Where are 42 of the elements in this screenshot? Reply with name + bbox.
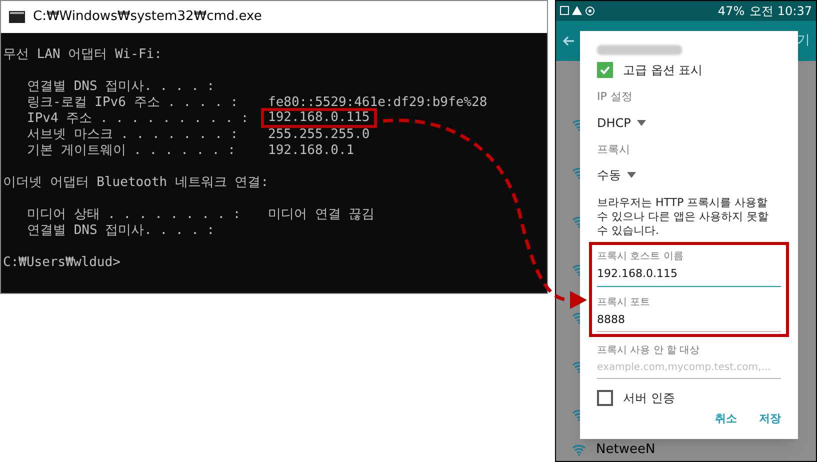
adapter-heading: 이더넷 어댑터 Bluetooth 네트워크 연결: xyxy=(3,175,269,190)
clock: 오전 10:37 xyxy=(750,3,812,20)
entry-label: 미디어 상태 . . . . . . . . : xyxy=(27,207,242,223)
entry-label: 연결별 DNS 접미사. . . . : xyxy=(27,79,216,95)
checkbox-label: 서버 인증 xyxy=(623,390,675,407)
entry-label: 연결별 DNS 접미사. . . . : xyxy=(27,223,216,239)
checkmark-icon xyxy=(599,64,611,76)
dialog-button[interactable]: 저장 xyxy=(759,411,781,428)
field-label: 프록시 호스트 이름 xyxy=(597,250,684,264)
entry-label: 기본 게이트웨이 . . . . . . : xyxy=(27,143,236,159)
back-arrow-icon[interactable] xyxy=(562,36,574,46)
command-prompt: C:₩Users₩wldud> xyxy=(3,255,120,270)
ip-settings-dropdown[interactable]: DHCP xyxy=(597,114,646,132)
wifi-icon xyxy=(572,444,586,456)
app-bar-action[interactable]: 기 xyxy=(797,31,810,51)
entry-label: 서브넷 마스크 . . . . . . . : xyxy=(27,127,240,143)
checkbox[interactable] xyxy=(597,390,613,406)
entry-value: 192.168.0.115 xyxy=(261,108,377,128)
window-title: C:₩Windows₩system32₩cmd.exe xyxy=(33,8,262,26)
entry-value: 255.255.255.0 xyxy=(268,127,370,143)
dialog-button[interactable]: 취소 xyxy=(715,411,737,428)
field-label: 프록시 포트 xyxy=(597,296,652,310)
battery-level: 47% xyxy=(718,3,745,20)
checkbox-label: 고급 옵션 표시 xyxy=(623,62,703,79)
adapter-heading: 무선 LAN 어댑터 Wi-Fi: xyxy=(3,47,162,62)
text-field[interactable]: 192.168.0.115 xyxy=(597,264,781,286)
entry-label: IPv4 주소 . . . . . . . . . : xyxy=(27,111,250,127)
entry-value: 미디어 연결 끊김 xyxy=(268,207,375,223)
field-label: 프록시 사용 안 할 대상 xyxy=(597,344,701,358)
entry-label: 링크-로컬 IPv6 주소 . . . . : xyxy=(27,95,240,111)
text-field[interactable]: 8888 xyxy=(597,310,781,332)
proxy-note: 브라우저는 HTTP 프록시를 사용할 수 있으나 다른 앱은 사용하지 못할 수 있습니다. xyxy=(597,196,770,238)
network-name[interactable]: NetweeN xyxy=(596,440,656,460)
entry-value: 192.168.0.1 xyxy=(268,143,354,159)
checkbox[interactable] xyxy=(597,62,613,78)
proxy-dropdown[interactable]: 수동 xyxy=(597,166,636,184)
field-label: 프록시 xyxy=(597,142,631,158)
console-icon xyxy=(9,11,25,23)
caret-icon xyxy=(627,172,636,178)
entry-value: fe80::5529:461e:df29:b9fe%28 xyxy=(268,95,488,111)
caret-icon xyxy=(636,120,646,126)
field-label: IP 설정 xyxy=(597,89,634,105)
